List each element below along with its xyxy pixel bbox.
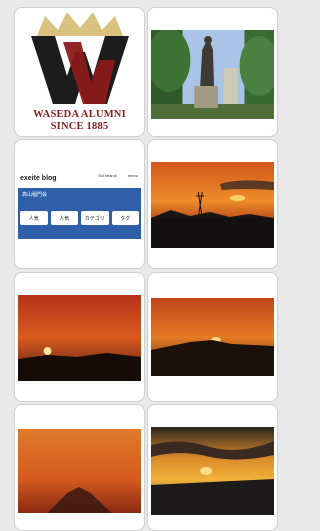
photo-gallery-grid: WASEDA ALUMNI SINCE 1885 exeite blog Sci… bbox=[0, 0, 280, 531]
blog-button: 人気 bbox=[50, 211, 78, 225]
red-sunset-photo bbox=[18, 295, 141, 381]
blog-search-label: Sci search bbox=[98, 173, 117, 178]
sunset-mountain-photo bbox=[151, 298, 274, 376]
mountain-silhouette-photo bbox=[18, 429, 141, 513]
blog-button: カテゴリ bbox=[81, 211, 109, 225]
gallery-tile-photo[interactable] bbox=[147, 139, 278, 269]
blog-menu-label: menu bbox=[127, 173, 138, 178]
statue-photo bbox=[151, 30, 274, 119]
sunset-clouds-photo bbox=[151, 427, 274, 515]
gallery-tile-photo[interactable] bbox=[147, 404, 278, 531]
gallery-tile-logo[interactable]: WASEDA ALUMNI SINCE 1885 bbox=[14, 7, 145, 137]
waseda-crest-icon bbox=[31, 12, 129, 104]
logo-line-2: SINCE 1885 bbox=[50, 121, 109, 132]
waseda-logo: WASEDA ALUMNI SINCE 1885 bbox=[15, 8, 144, 136]
gallery-tile-photo[interactable] bbox=[147, 272, 278, 402]
blog-preview: exeite blog Sci search menu 高山稲門会 人気 人気 … bbox=[18, 173, 141, 239]
gallery-tile-photo[interactable] bbox=[14, 272, 145, 402]
blog-title: 高山稲門会 bbox=[22, 192, 48, 198]
blog-button-row: 人気 人気 カテゴリ タグ bbox=[20, 211, 139, 225]
blog-header: exeite blog Sci search menu bbox=[18, 173, 141, 188]
sunset-towers-photo bbox=[151, 162, 274, 248]
gallery-tile-photo[interactable] bbox=[147, 7, 278, 137]
blog-button: タグ bbox=[111, 211, 139, 225]
gallery-tile-photo[interactable] bbox=[14, 404, 145, 531]
blog-button: 人気 bbox=[20, 211, 48, 225]
logo-line-1: WASEDA ALUMNI bbox=[33, 109, 126, 120]
blog-logo: exeite blog bbox=[20, 175, 57, 182]
gallery-tile-blog[interactable]: exeite blog Sci search menu 高山稲門会 人気 人気 … bbox=[14, 139, 145, 269]
